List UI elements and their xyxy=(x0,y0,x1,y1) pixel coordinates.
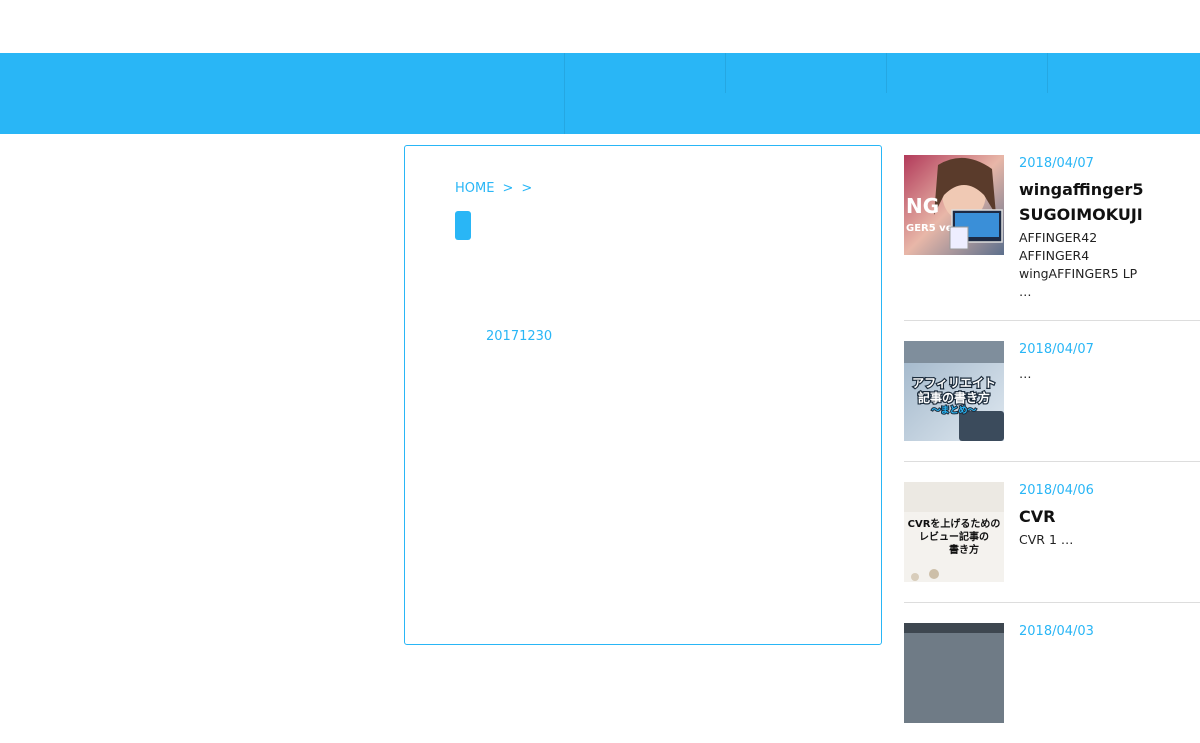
post-thumbnail[interactable] xyxy=(904,623,1004,723)
thumbnail-image: アフィリエイト 記事の書き方 〜まとめ〜 xyxy=(904,341,1004,441)
thumbnail-image xyxy=(904,623,1004,723)
post-title[interactable]: CVR xyxy=(1019,504,1199,529)
post-meta: 2018/04/03 xyxy=(1019,623,1199,641)
post-excerpt: AFFINGER42 AFFINGER4 wingAFFINGER5 LP … xyxy=(1019,230,1138,299)
post-date: 2018/04/07 xyxy=(1019,156,1094,171)
svg-text:記事の書き方: 記事の書き方 xyxy=(918,390,990,405)
post-date: 2018/04/06 xyxy=(1019,483,1094,498)
post-meta: 2018/04/07 … xyxy=(1019,341,1199,383)
post-thumbnail[interactable]: アフィリエイト 記事の書き方 〜まとめ〜 xyxy=(904,341,1004,441)
post-thumbnail[interactable]: CVRを上げるための レビュー記事の 書き方 xyxy=(904,482,1004,582)
svg-text:書き方: 書き方 xyxy=(949,543,979,556)
svg-text:CVRを上げるための: CVRを上げるための xyxy=(908,517,1001,530)
breadcrumb-home-link[interactable]: HOME xyxy=(455,181,494,196)
svg-text:〜まとめ〜: 〜まとめ〜 xyxy=(931,405,976,416)
post-date: 2018/04/07 xyxy=(1019,342,1094,357)
breadcrumb-separator: > xyxy=(521,181,533,196)
nav-item-3[interactable] xyxy=(887,53,1047,93)
list-item[interactable]: アフィリエイト 記事の書き方 〜まとめ〜 2018/04/07 … xyxy=(904,331,1200,462)
post-thumbnail[interactable]: NG GER5 ver xyxy=(904,155,1004,255)
svg-text:アフィリエイト: アフィリエイト xyxy=(912,376,996,390)
list-item[interactable]: 2018/04/03 xyxy=(904,613,1200,743)
nav-item-1[interactable] xyxy=(565,53,725,93)
post-meta: 2018/04/06 CVR CVR 1 … xyxy=(1019,482,1199,549)
nav-item-2[interactable] xyxy=(726,53,886,93)
site-header xyxy=(0,0,1200,53)
thumbnail-image: NG GER5 ver xyxy=(904,155,1004,255)
category-badge[interactable] xyxy=(455,211,471,240)
post-date: 2018/04/03 xyxy=(1019,624,1094,639)
article-card: HOME > > 20171230 xyxy=(404,145,882,645)
svg-text:レビュー記事の: レビュー記事の xyxy=(919,530,989,543)
main-navigation xyxy=(0,53,1200,134)
list-item[interactable]: CVRを上げるための レビュー記事の 書き方 2018/04/06 CVR CV… xyxy=(904,472,1200,603)
post-date: 20171230 xyxy=(486,329,553,344)
breadcrumb-separator: > xyxy=(502,181,514,196)
nav-item-4[interactable] xyxy=(1048,53,1200,93)
post-meta: 2018/04/07 wingaffinger5 SUGOIMOKUJI AFF… xyxy=(1019,155,1199,301)
post-excerpt: … xyxy=(1019,366,1032,381)
breadcrumb: HOME > > xyxy=(455,181,532,196)
post-excerpt: CVR 1 … xyxy=(1019,532,1074,547)
post-title[interactable]: wingaffinger5 SUGOIMOKUJI xyxy=(1019,177,1199,227)
list-item[interactable]: NG GER5 ver 2018/04/07 wingaffinger5 SUG… xyxy=(904,145,1200,321)
thumbnail-image: CVRを上げるための レビュー記事の 書き方 xyxy=(904,482,1004,582)
svg-text:NG: NG xyxy=(906,194,939,218)
